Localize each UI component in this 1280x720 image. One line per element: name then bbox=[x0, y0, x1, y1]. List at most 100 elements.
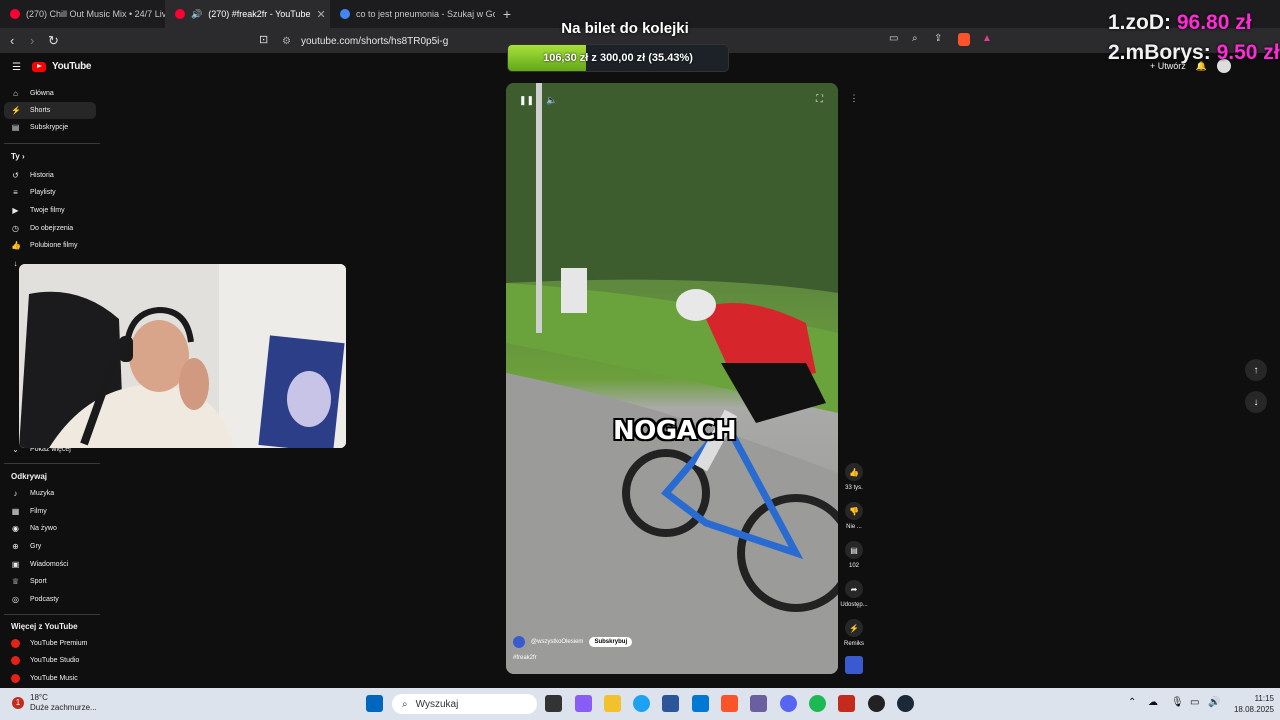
comments-button[interactable]: ▤ 102 bbox=[840, 541, 868, 569]
obs-icon[interactable] bbox=[868, 695, 885, 712]
sidebar-item-live[interactable]: ◉ Na żywo bbox=[4, 520, 96, 537]
sidebar-item-news[interactable]: ▣ Wiadomości bbox=[4, 556, 96, 573]
zoom-icon[interactable]: ⌕ bbox=[912, 33, 918, 44]
sidebar-item-your-videos[interactable]: ▶ Twoje filmy bbox=[4, 202, 96, 219]
share-icon[interactable]: ⇪ bbox=[934, 33, 942, 44]
network-icon[interactable]: ▭ bbox=[1190, 697, 1199, 708]
webcam-feed bbox=[19, 264, 346, 448]
brave-shield-icon[interactable] bbox=[958, 33, 970, 46]
tab-title: co to jest pneumonia - Szukaj w Goo bbox=[356, 9, 495, 19]
podcast-icon: ◎ bbox=[12, 595, 19, 604]
arrow-down-icon: ↓ bbox=[1253, 396, 1259, 408]
chevron-up-icon[interactable]: ⌃ bbox=[1128, 697, 1136, 708]
pause-icon[interactable]: ❚❚ bbox=[519, 95, 534, 106]
more-options-icon[interactable]: ⋮ bbox=[849, 93, 859, 104]
search-placeholder: Wyszukaj bbox=[415, 698, 459, 710]
hashtag-link[interactable]: #freak2fr bbox=[513, 655, 537, 661]
bookmark-icon[interactable]: ⊡ bbox=[259, 33, 268, 46]
channel-avatar[interactable] bbox=[513, 636, 525, 648]
sidebar-item-youtube-music[interactable]: YouTube Music bbox=[4, 670, 96, 687]
forward-icon[interactable]: › bbox=[30, 33, 34, 48]
subscribe-button[interactable]: Subskrybuj bbox=[589, 637, 633, 647]
sidebar-item-gaming[interactable]: ⊕ Gry bbox=[4, 538, 96, 555]
sidebar-label: Subskrypcje bbox=[30, 124, 69, 131]
sidebar-item-youtube-premium[interactable]: YouTube Premium bbox=[4, 635, 96, 652]
shorts-video-player[interactable]: ❚❚ 🔈 ⛶ @wszystkoOlesiem Subskrybuj #frea… bbox=[506, 83, 838, 674]
more-from-youtube-heading: Więcej z YouTube bbox=[11, 622, 78, 631]
volume-icon[interactable]: 🔊 bbox=[1208, 697, 1220, 708]
steam-icon[interactable] bbox=[897, 695, 914, 712]
reload-icon[interactable]: ↻ bbox=[48, 33, 59, 49]
dislike-button[interactable]: 👎 Nie ... bbox=[840, 502, 868, 530]
sidebar-label: Na żywo bbox=[30, 525, 57, 532]
sidebar-item-youtube-studio[interactable]: YouTube Studio bbox=[4, 652, 96, 669]
volume-icon[interactable]: 🔈 bbox=[546, 95, 557, 106]
youtube-logo-icon bbox=[32, 61, 46, 72]
like-count: 33 tys. bbox=[845, 485, 863, 491]
sidebar-item-sport[interactable]: ♕ Sport bbox=[4, 573, 96, 590]
video-icon: ▶ bbox=[12, 206, 19, 215]
back-icon[interactable]: ‹ bbox=[10, 33, 14, 48]
cast-icon[interactable]: ▭ bbox=[889, 33, 898, 44]
site-info-icon[interactable]: ⚙ bbox=[282, 36, 291, 47]
sidebar-item-shorts[interactable]: ⚡ Shorts bbox=[4, 102, 96, 119]
clock[interactable]: 11:15 18.08.2025 bbox=[1224, 693, 1274, 715]
sound-thumbnail[interactable] bbox=[845, 656, 863, 674]
weather-widget[interactable]: 1 18°C Duże zachmurze... bbox=[12, 693, 97, 713]
logo-text: YouTube bbox=[52, 61, 92, 72]
store-icon[interactable] bbox=[662, 695, 679, 712]
sidebar-label: Shorts bbox=[30, 107, 51, 114]
donor-name: mBorys: bbox=[1125, 41, 1211, 64]
sidebar-item-watch-later[interactable]: ◷ Do obejrzenia bbox=[4, 220, 96, 237]
divider bbox=[4, 143, 100, 144]
next-short-button[interactable]: ↓ bbox=[1245, 391, 1267, 413]
sidebar-label: Filmy bbox=[30, 508, 47, 515]
discord-icon[interactable] bbox=[780, 695, 797, 712]
search-icon: ⌕ bbox=[402, 698, 408, 710]
browser-tab[interactable]: (270) Chill Out Music Mix • 24/7 Live bbox=[0, 0, 165, 28]
menu-icon[interactable]: ☰ bbox=[12, 62, 21, 73]
share-button[interactable]: ➦ Udostęp... bbox=[840, 580, 868, 608]
brave-icon[interactable] bbox=[721, 695, 738, 712]
youtube-logo[interactable]: YouTube bbox=[32, 61, 92, 72]
new-tab-button[interactable]: + bbox=[495, 6, 519, 22]
sidebar-item-liked-videos[interactable]: 👍 Polubione filmy bbox=[4, 237, 96, 254]
outlook-icon[interactable] bbox=[692, 695, 709, 712]
sidebar-item-history[interactable]: ↺ Historia bbox=[4, 167, 96, 184]
photos-icon[interactable] bbox=[750, 695, 767, 712]
browser-tab-active[interactable]: 🔊 (270) #freak2fr - YouTube ✕ bbox=[165, 0, 330, 28]
sidebar-item-movies[interactable]: ▦ Filmy bbox=[4, 503, 96, 520]
webcam-overlay bbox=[19, 264, 346, 448]
remix-button[interactable]: ⚡ Remiks bbox=[840, 619, 868, 647]
sidebar-item-home[interactable]: ⌂ Główna bbox=[4, 85, 96, 102]
gamepad-icon: ⊕ bbox=[12, 542, 19, 551]
brave-rewards-icon[interactable]: ▲ bbox=[982, 33, 992, 44]
sidebar-item-music[interactable]: ♪ Muzyka bbox=[4, 485, 96, 502]
sidebar-label: Wiadomości bbox=[30, 561, 69, 568]
sidebar-item-subscriptions[interactable]: ▤ Subskrypcje bbox=[4, 119, 96, 136]
close-tab-icon[interactable]: ✕ bbox=[316, 8, 325, 21]
like-button[interactable]: 👍 33 tys. bbox=[840, 463, 868, 491]
spotify-icon[interactable] bbox=[809, 695, 826, 712]
taskbar-search[interactable]: ⌕ Wyszukaj bbox=[392, 694, 537, 714]
file-explorer-icon[interactable] bbox=[604, 695, 621, 712]
browser-tab[interactable]: co to jest pneumonia - Szukaj w Goo bbox=[330, 0, 495, 28]
thumbs-down-icon: 👎 bbox=[845, 502, 863, 520]
you-section-heading[interactable]: Ty › bbox=[11, 152, 25, 161]
channel-name[interactable]: @wszystkoOlesiem bbox=[531, 639, 583, 645]
copilot-icon[interactable] bbox=[575, 695, 592, 712]
sidebar-label: Muzyka bbox=[30, 490, 55, 497]
sidebar-item-playlists[interactable]: ≡ Playlisty bbox=[4, 184, 96, 201]
task-view-icon[interactable] bbox=[545, 695, 562, 712]
edge-icon[interactable] bbox=[633, 695, 650, 712]
fullscreen-icon[interactable]: ⛶ bbox=[816, 94, 823, 105]
sidebar-label: Główna bbox=[30, 90, 54, 97]
voicemod-icon[interactable] bbox=[838, 695, 855, 712]
donor-amount: 9.50 zł bbox=[1216, 41, 1280, 64]
previous-short-button[interactable]: ↑ bbox=[1245, 359, 1267, 381]
microphone-icon[interactable]: 🎙 bbox=[1171, 697, 1184, 708]
sidebar-item-podcasts[interactable]: ◎ Podcasty bbox=[4, 591, 96, 608]
windows-start-icon[interactable] bbox=[366, 695, 383, 712]
leaderboard-row: 2.mBorys: 9.50 zł bbox=[1108, 38, 1280, 68]
onedrive-icon[interactable]: ☁ bbox=[1148, 697, 1158, 708]
